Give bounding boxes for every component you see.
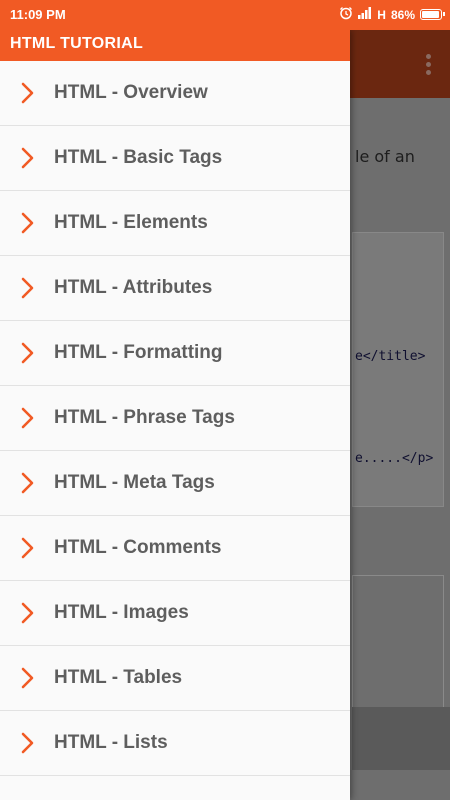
chevron-right-icon bbox=[0, 147, 54, 169]
chevron-right-icon bbox=[0, 82, 54, 104]
battery-percent: 86% bbox=[390, 7, 415, 22]
code-line: e.....</p> bbox=[355, 451, 434, 466]
alarm-icon bbox=[339, 6, 353, 23]
drawer-item[interactable]: HTML - Meta Tags bbox=[0, 451, 350, 516]
code-block-2 bbox=[352, 575, 444, 717]
drawer-item-label: HTML - Images bbox=[54, 602, 189, 623]
chevron-right-icon bbox=[0, 667, 54, 689]
drawer-list: HTML - Overview HTML - Basic Tags HTML - E… bbox=[0, 61, 350, 776]
chevron-right-icon bbox=[0, 342, 54, 364]
network-type: H bbox=[377, 7, 386, 22]
overflow-menu-icon[interactable] bbox=[426, 54, 432, 75]
chevron-right-icon bbox=[0, 537, 54, 559]
drawer-item-label: HTML - Overview bbox=[54, 82, 208, 103]
chevron-right-icon bbox=[0, 277, 54, 299]
drawer-item[interactable]: HTML - Comments bbox=[0, 516, 350, 581]
drawer-item[interactable]: HTML - Elements bbox=[0, 191, 350, 256]
drawer-item-label: HTML - Lists bbox=[54, 732, 168, 753]
status-bar: 11:09 PM H 86% bbox=[0, 0, 450, 30]
battery-icon bbox=[420, 9, 445, 20]
drawer-item-label: HTML - Basic Tags bbox=[54, 147, 223, 168]
navigation-drawer: HTML TUTORIAL HTML - Overview HTML - Basi… bbox=[0, 30, 350, 800]
background-text: le of an bbox=[355, 147, 415, 166]
chevron-right-icon bbox=[0, 212, 54, 234]
drawer-item[interactable]: HTML - Tables bbox=[0, 646, 350, 711]
drawer-item-label: HTML - Comments bbox=[54, 537, 222, 558]
drawer-item-label: HTML - Formatting bbox=[54, 342, 223, 363]
drawer-item[interactable]: HTML - Images bbox=[0, 581, 350, 646]
drawer-title: HTML TUTORIAL bbox=[0, 30, 350, 61]
drawer-item-label: HTML - Elements bbox=[54, 212, 208, 233]
drawer-item-label: HTML - Tables bbox=[54, 667, 183, 688]
drawer-item[interactable]: HTML - Attributes bbox=[0, 256, 350, 321]
chevron-right-icon bbox=[0, 732, 54, 754]
bottom-strip bbox=[352, 707, 450, 770]
drawer-item-label: HTML - Attributes bbox=[54, 277, 213, 298]
drawer-item-label: HTML - Meta Tags bbox=[54, 472, 215, 493]
status-icons: H 86% bbox=[339, 6, 445, 23]
code-line: e</title> bbox=[355, 349, 426, 364]
signal-icon bbox=[358, 7, 372, 22]
chevron-right-icon bbox=[0, 472, 54, 494]
drawer-item[interactable]: HTML - Basic Tags bbox=[0, 126, 350, 191]
drawer-item[interactable]: HTML - Formatting bbox=[0, 321, 350, 386]
drawer-item[interactable]: HTML - Overview bbox=[0, 61, 350, 126]
chevron-right-icon bbox=[0, 407, 54, 429]
drawer-item-label: HTML - Phrase Tags bbox=[54, 407, 235, 428]
drawer-item[interactable]: HTML - Phrase Tags bbox=[0, 386, 350, 451]
drawer-item[interactable]: HTML - Lists bbox=[0, 711, 350, 776]
chevron-right-icon bbox=[0, 602, 54, 624]
status-time: 11:09 PM bbox=[10, 7, 66, 22]
